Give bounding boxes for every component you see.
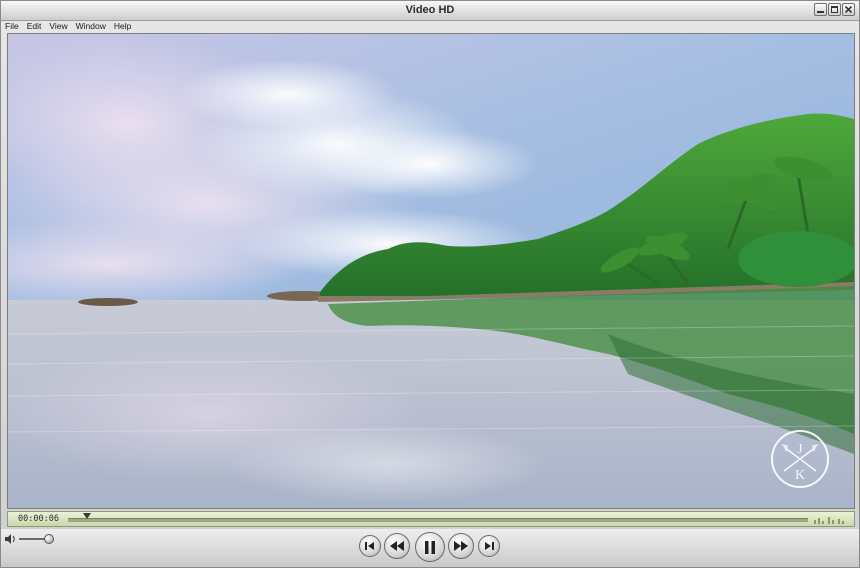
rewind-button[interactable] bbox=[384, 533, 410, 559]
timecode-display: 00:00:06 bbox=[18, 514, 59, 524]
skip-forward-icon bbox=[485, 542, 494, 550]
menu-file[interactable]: File bbox=[5, 20, 19, 32]
fast-forward-icon bbox=[454, 541, 468, 551]
volume-slider-knob[interactable] bbox=[43, 534, 54, 544]
maximize-icon bbox=[831, 6, 838, 13]
svg-text:J: J bbox=[797, 442, 803, 457]
playhead-marker[interactable] bbox=[83, 513, 92, 519]
menu-window[interactable]: Window bbox=[76, 20, 106, 32]
timeline-bar[interactable]: 00:00:06 bbox=[7, 511, 855, 527]
rewind-icon bbox=[390, 541, 404, 551]
player-window: Video HD File Edit View Window Help J K … bbox=[0, 0, 860, 568]
menu-help[interactable]: Help bbox=[114, 20, 131, 32]
pause-button[interactable] bbox=[415, 532, 445, 562]
speaker-icon bbox=[5, 534, 15, 544]
close-button[interactable] bbox=[842, 3, 855, 16]
close-icon bbox=[845, 6, 852, 13]
window-buttons bbox=[814, 3, 855, 16]
fast-forward-button[interactable] bbox=[448, 533, 474, 559]
control-bar bbox=[1, 529, 859, 567]
svg-text:K: K bbox=[795, 468, 805, 483]
audio-level-meter-icon bbox=[814, 517, 844, 524]
menu-edit[interactable]: Edit bbox=[27, 20, 42, 32]
skip-back-icon bbox=[365, 542, 374, 550]
title-bar[interactable]: Video HD bbox=[1, 1, 859, 21]
menu-view[interactable]: View bbox=[49, 20, 67, 32]
beach-scene-image: J K bbox=[8, 34, 854, 508]
window-title: Video HD bbox=[405, 4, 455, 16]
video-frame[interactable]: J K bbox=[7, 33, 855, 509]
minimize-button[interactable] bbox=[814, 3, 827, 16]
pause-icon bbox=[425, 540, 435, 554]
minimize-icon bbox=[817, 11, 824, 13]
volume-control[interactable] bbox=[5, 533, 57, 545]
menu-bar: File Edit View Window Help bbox=[1, 20, 859, 32]
skip-forward-button[interactable] bbox=[478, 535, 500, 557]
skip-back-button[interactable] bbox=[359, 535, 381, 557]
seek-track[interactable] bbox=[68, 518, 808, 522]
maximize-button[interactable] bbox=[828, 3, 841, 16]
